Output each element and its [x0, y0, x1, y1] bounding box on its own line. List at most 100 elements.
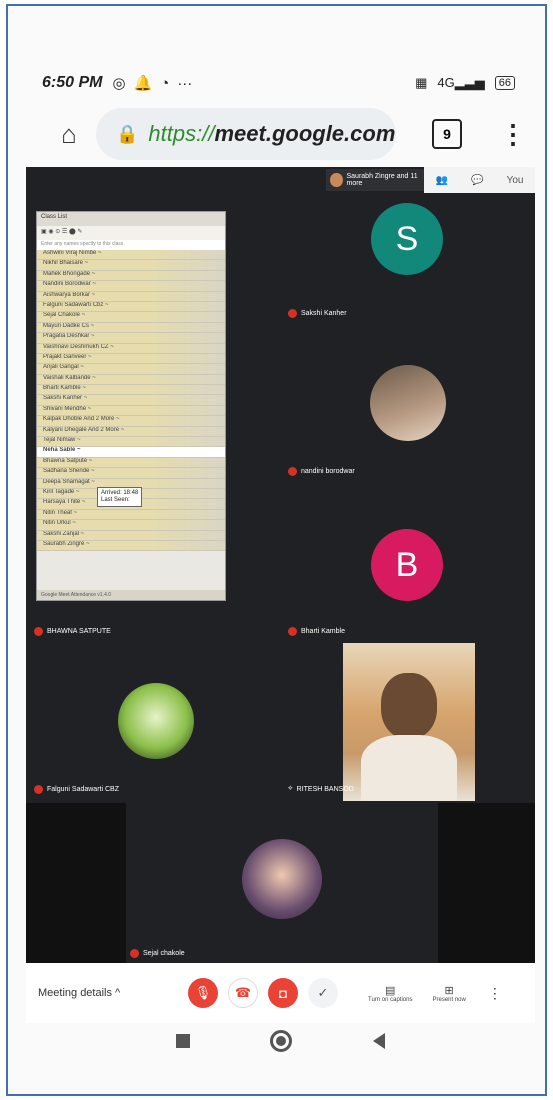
ritesh-name: RITESH BANSOD — [296, 785, 354, 793]
participants-chip[interactable]: Saurabh Zingre and 11 more — [326, 169, 426, 191]
bottom-right-tile — [438, 803, 535, 963]
raise-hand-button[interactable]: ✓ — [308, 978, 338, 1008]
url-host: meet.google.com — [214, 121, 396, 146]
more-notifications-icon: ··· — [177, 74, 193, 92]
class-list-panel[interactable]: Class List ▣ ◉ ⊙ ☰ ⬤ ✎ Enter any names s… — [36, 211, 226, 601]
class-list-row[interactable]: Sakshi Zanjal ~ — [37, 530, 225, 541]
class-list-row[interactable]: Mayuri Dadke Cs ~ — [37, 322, 225, 334]
mic-toggle-button[interactable]: 🎙 — [188, 978, 218, 1008]
class-list-row[interactable]: Kalyani Dhegale And 2 More ~ — [37, 426, 225, 438]
bhawna-name: BHAWNA SATPUTE — [47, 628, 111, 635]
class-list-footer-text: Google Meet Attendance v1.4.0 — [41, 592, 112, 598]
class-list-row[interactable]: Tejal Nimaw ~ — [37, 437, 225, 448]
participants-summary: Saurabh Zingre and 11 more — [346, 173, 418, 187]
class-list-row[interactable]: Shivani Mendhe ~ — [37, 405, 225, 417]
back-icon[interactable] — [372, 1033, 385, 1049]
browser-url-bar: ⌂ 🔒 https:// meet.google.com 9 ⋮ — [42, 106, 532, 162]
bharti-name: Bharti Kamble — [301, 628, 345, 635]
camera-toggle-button[interactable]: ◘ — [268, 978, 298, 1008]
whatsapp-icon: ◎ — [112, 75, 126, 92]
app-notification-icon: ◔ — [160, 74, 170, 92]
android-nav-bar — [26, 1023, 535, 1059]
class-list-row[interactable]: Bhawna Satpute ~ — [37, 457, 225, 469]
mic-off-icon — [288, 467, 297, 476]
class-list-row[interactable]: Vaishali Kalbande ~ — [37, 374, 225, 386]
battery-icon: 66 — [494, 76, 515, 90]
home-nav-icon[interactable] — [270, 1030, 293, 1052]
tooltip-last-seen: Last Seen: — [101, 497, 130, 504]
class-list-row[interactable]: Aishwarya Borkar ~ — [37, 291, 225, 302]
notification-bell-icon: 🔔 — [133, 75, 153, 92]
captions-label: Turn on captions — [368, 996, 413, 1003]
home-icon[interactable]: ⌂ — [42, 119, 96, 150]
falguni-name: Falguni Sadawarti CBZ — [47, 786, 119, 793]
bharti-initial: B — [395, 545, 419, 584]
bottom-left-tile — [26, 803, 126, 963]
nandini-avatar — [370, 365, 446, 441]
bhawna-name-tag: BHAWNA SATPUTE — [34, 627, 111, 636]
class-list-row[interactable]: Sejal Chakole ~ — [37, 312, 225, 323]
arrival-tooltip: Arrived: 18:48 Last Seen: — [97, 487, 143, 508]
class-list-row[interactable]: Nitin Theaf ~ — [37, 509, 225, 521]
class-list-row[interactable]: Bharti Kamble ~ — [37, 385, 225, 396]
more-options-icon[interactable]: ⋮ — [488, 985, 502, 1002]
status-bar: 6:50 PM ◎ 🔔 ◔ ··· ▦ 4G▂▃▅ 66 — [42, 72, 515, 94]
sim-icon: ▦ — [415, 75, 428, 90]
class-list-row[interactable]: Falguni Sadawarti Cbz ~ — [37, 301, 225, 313]
people-icon[interactable]: 👥 — [436, 175, 448, 186]
self-view-you[interactable]: You — [507, 175, 524, 186]
sakshi-avatar: S — [371, 203, 443, 275]
tab-count: 9 — [443, 126, 451, 142]
present-label: Present now — [432, 996, 466, 1003]
class-list-row[interactable]: Neha Sable ~ — [37, 447, 225, 458]
sejal-avatar — [242, 839, 322, 919]
class-list-row[interactable]: Nitin Urkul ~ — [37, 520, 225, 531]
class-list-row[interactable]: Prajakt Ganveer ~ — [37, 353, 225, 365]
falguni-name-tag: Falguni Sadawarti CBZ — [34, 785, 119, 794]
meeting-details-button[interactable]: Meeting details ^ — [38, 987, 188, 999]
class-list-row[interactable]: Vaishnavi Deshmukh CZ ~ — [37, 343, 225, 354]
ritesh-shirt — [361, 735, 457, 801]
class-list-row[interactable]: Ashwini Viraj Nimbe ~ — [37, 250, 225, 261]
nandini-name: nandini borodwar — [301, 468, 355, 475]
captions-button[interactable]: ▤ Turn on captions — [368, 984, 412, 1003]
url-scheme: https:// — [148, 121, 215, 146]
network-type: 4G — [437, 75, 455, 90]
class-list-row[interactable]: Sakshi Kanher ~ — [37, 395, 225, 406]
class-list-toolbar[interactable]: ▣ ◉ ⊙ ☰ ⬤ ✎ — [37, 226, 225, 240]
present-button[interactable]: ⊞ Present now — [432, 984, 465, 1003]
class-list-row[interactable]: Nikhil Bhaisare ~ — [37, 260, 225, 271]
end-call-button[interactable]: ☎ — [228, 978, 258, 1008]
speaking-icon: ⟡ — [288, 785, 293, 792]
class-list-row[interactable]: Saurabh Zingre ~ — [37, 540, 225, 552]
network-signal-icon: 4G▂▃▅ — [437, 75, 485, 90]
class-list-row[interactable]: Kalpak Dhoble And 2 More ~ — [37, 416, 225, 427]
mic-off-icon — [34, 785, 43, 794]
chat-icon[interactable]: 💬 — [471, 175, 483, 186]
mic-off-icon — [34, 627, 43, 636]
class-list-row[interactable]: Mahek Bhongade ~ — [37, 270, 225, 282]
check-icon: ✓ — [317, 985, 329, 1000]
recents-icon[interactable] — [176, 1034, 191, 1048]
class-list-row[interactable]: Nandini Borodwar ~ — [37, 281, 225, 292]
sakshi-initial: S — [395, 219, 419, 258]
lock-icon: 🔒 — [116, 123, 139, 144]
class-list-row[interactable]: Sadhana Shende ~ — [37, 468, 225, 479]
tab-switcher-button[interactable]: 9 — [432, 119, 462, 149]
you-label: You — [506, 174, 524, 186]
sejal-name-tag: Sejal chakole — [130, 949, 185, 958]
browser-menu-icon[interactable]: ⋮ — [500, 119, 526, 150]
meeting-details-label: Meeting details — [38, 987, 112, 999]
meet-video-grid: Saurabh Zingre and 11 more 👥 💬 You S Sak… — [26, 167, 535, 963]
class-list-search[interactable]: Enter any names specify to this class — [37, 240, 225, 250]
sakshi-name-tag: Sakshi Kanher — [288, 309, 347, 318]
bharti-name-tag: Bharti Kamble — [288, 627, 345, 636]
present-icon: ⊞ — [444, 984, 454, 997]
class-list-row[interactable]: Anjali Gangal ~ — [37, 364, 225, 375]
class-list-title: Class List — [37, 212, 225, 226]
hang-up-icon: ☎ — [234, 985, 252, 1000]
class-list-row[interactable]: Pragatia Deshkar ~ — [37, 333, 225, 344]
class-list-footer: Google Meet Attendance v1.4.0 — [37, 590, 225, 600]
url-field[interactable]: 🔒 https:// meet.google.com — [96, 108, 396, 160]
ritesh-face — [381, 673, 437, 739]
